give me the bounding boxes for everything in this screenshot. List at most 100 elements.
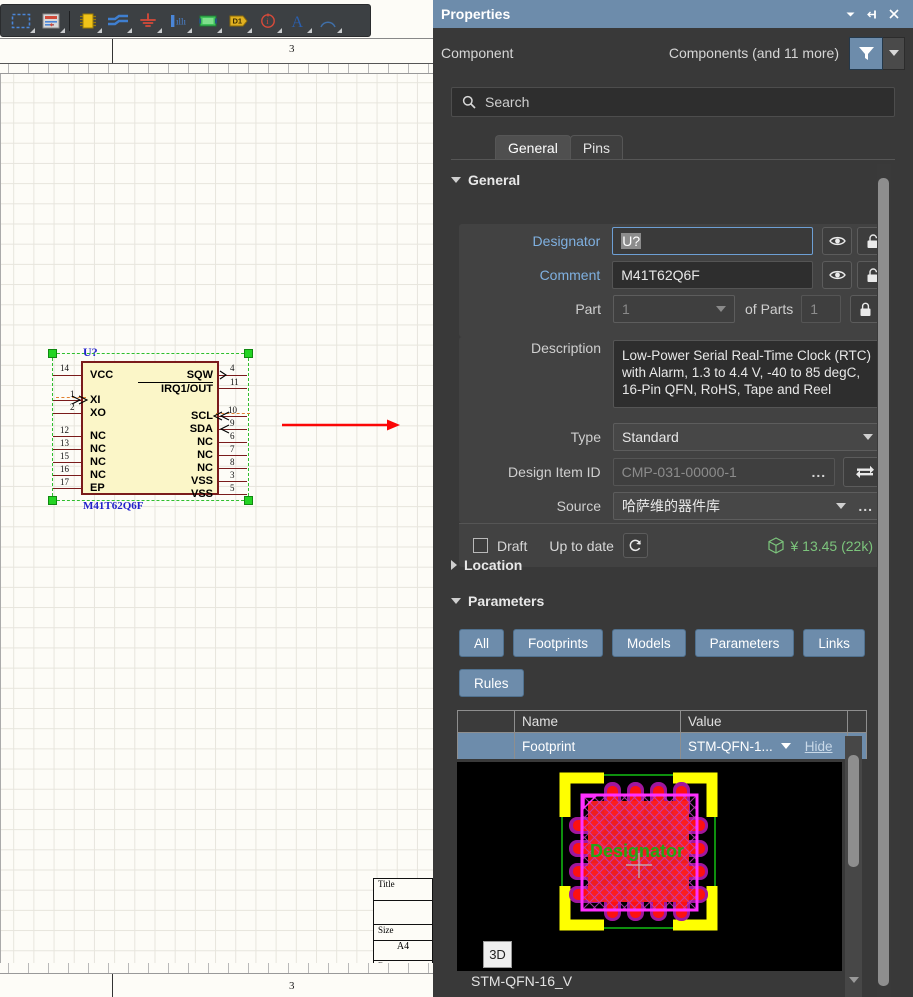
ruler-bottom-subticks xyxy=(0,963,433,973)
design-item-id-ellipsis-button[interactable]: ... xyxy=(811,464,826,480)
schematic-editor[interactable]: ıllı D1 i A 3 U? M41T62Q6F 14 VCC 1 XI 2… xyxy=(0,0,433,997)
description-textarea[interactable]: Low-Power Serial Real-Time Clock (RTC) w… xyxy=(613,340,882,408)
comment-visibility-toggle[interactable] xyxy=(822,261,853,289)
place-port-icon[interactable] xyxy=(193,7,223,34)
refresh-button[interactable] xyxy=(622,533,648,558)
filter-button[interactable] xyxy=(849,36,883,70)
title-block-title-label: Title xyxy=(378,879,395,889)
part-select[interactable]: 1 xyxy=(613,295,735,323)
chevron-down-icon xyxy=(451,177,461,183)
object-selector-row: Component Components (and 11 more) xyxy=(433,28,913,78)
place-wire-icon[interactable] xyxy=(103,7,133,34)
panel-title-text: Properties xyxy=(441,6,511,22)
section-general-header[interactable]: General xyxy=(451,172,520,188)
designator-value: U? xyxy=(621,233,642,249)
comment-label: Comment xyxy=(539,267,601,283)
of-parts-label: of Parts xyxy=(745,301,794,317)
source-value: 哈萨维的器件库 xyxy=(622,498,720,514)
lock-icon xyxy=(860,302,871,316)
param-filter-models[interactable]: Models xyxy=(612,629,686,657)
parameter-filter-buttons-row2: Rules xyxy=(459,669,524,697)
footprint-preview[interactable]: Designator xyxy=(457,762,842,971)
param-value-cell: STM-QFN-1... xyxy=(688,738,773,754)
place-sheet-symbol-icon[interactable] xyxy=(36,7,66,34)
source-ellipsis-button[interactable]: ... xyxy=(858,498,873,514)
field-row-source: Source 哈萨维的器件库 ... xyxy=(459,491,887,521)
field-row-type: Type Standard xyxy=(459,422,887,452)
source-select[interactable]: 哈萨维的器件库 ... xyxy=(613,492,882,520)
place-text-string-icon[interactable]: A xyxy=(283,7,313,34)
schematic-canvas[interactable]: U? M41T62Q6F 14 VCC 1 XI 2 XO 12 NC 13 N… xyxy=(0,74,433,963)
param-filter-rules[interactable]: Rules xyxy=(459,669,524,697)
designator-visibility-toggle[interactable] xyxy=(822,227,853,255)
panel-body: Component Components (and 11 more) Searc… xyxy=(433,28,913,997)
filter-dropdown-button[interactable] xyxy=(883,36,905,70)
type-select[interactable]: Standard xyxy=(613,423,882,451)
draft-checkbox[interactable] xyxy=(473,538,488,553)
section-parameters-header[interactable]: Parameters xyxy=(451,593,544,609)
part-lock-toggle[interactable] xyxy=(850,295,881,323)
place-net-label-icon[interactable]: ıllı xyxy=(163,7,193,34)
chevron-down-icon[interactable] xyxy=(780,743,791,749)
pin-direction-markers xyxy=(71,370,230,434)
param-filter-footprints[interactable]: Footprints xyxy=(513,629,604,657)
comment-input[interactable]: M41T62Q6F xyxy=(612,261,814,289)
type-label: Type xyxy=(570,429,601,445)
preview-scrollbar-thumb[interactable] xyxy=(848,755,859,867)
svg-text:Designator: Designator xyxy=(590,841,684,861)
area-select-icon[interactable] xyxy=(6,7,36,34)
svg-text:ıllı: ıllı xyxy=(176,16,187,26)
place-arc-icon[interactable] xyxy=(313,7,343,34)
param-filter-all[interactable]: All xyxy=(459,629,505,657)
param-filter-parameters[interactable]: Parameters xyxy=(694,629,795,657)
param-hide-link[interactable]: Hide xyxy=(805,739,833,754)
preview-scrollbar-down-arrow[interactable] xyxy=(849,977,859,997)
svg-text:i: i xyxy=(266,16,269,26)
of-parts-value: 1 xyxy=(810,301,819,317)
refresh-icon xyxy=(629,539,641,552)
search-placeholder: Search xyxy=(485,94,530,110)
design-item-id-label: Design Item ID xyxy=(508,464,601,480)
close-icon[interactable] xyxy=(883,3,905,25)
field-row-design-item-id: Design Item ID CMP-031-00000-1 ... xyxy=(459,456,887,488)
tab-pins[interactable]: Pins xyxy=(569,135,624,159)
section-location-header[interactable]: Location xyxy=(451,557,522,573)
designator-input[interactable]: U? xyxy=(612,227,814,255)
design-item-id-field[interactable]: CMP-031-00000-1 ... xyxy=(612,458,836,486)
place-gnd-power-port-icon[interactable] xyxy=(133,7,163,34)
th-name: Name xyxy=(522,714,559,729)
section-location-label: Location xyxy=(464,557,523,573)
package-box-icon xyxy=(767,537,784,554)
place-designator-icon[interactable]: D1 xyxy=(223,7,253,34)
chevron-right-icon xyxy=(451,560,457,570)
component-symbol[interactable]: U? M41T62Q6F 14 VCC 1 XI 2 XO 12 NC 13 N… xyxy=(48,345,253,512)
table-row[interactable]: Footprint STM-QFN-1... Hide xyxy=(457,733,867,759)
chevron-down-icon xyxy=(863,434,873,440)
sheet-title-block: Title Size A4 Date: File: xyxy=(373,878,433,963)
search-input[interactable]: Search xyxy=(451,87,895,117)
place-no-erc-icon[interactable]: i xyxy=(253,7,283,34)
field-row-comment: Comment M41T62Q6F xyxy=(459,260,887,290)
supplier-price: ¥ 13.45 (22k) xyxy=(767,537,873,554)
chevron-down-icon[interactable] xyxy=(839,3,861,25)
field-row-part: Part 1 of Parts 1 xyxy=(459,294,887,324)
panel-tabs: General Pins xyxy=(451,135,895,160)
preview-3d-toggle[interactable]: 3D xyxy=(483,941,512,968)
panel-scrollbar-thumb[interactable] xyxy=(878,178,889,986)
selection-summary[interactable]: Components (and 11 more) xyxy=(669,45,839,61)
tab-general[interactable]: General xyxy=(495,135,571,159)
pin-panel-icon[interactable] xyxy=(861,3,883,25)
param-name-cell: Footprint xyxy=(522,738,576,754)
param-filter-links[interactable]: Links xyxy=(803,629,865,657)
eye-icon xyxy=(828,236,846,246)
sheet-border xyxy=(0,74,1,963)
ruler-bottom-label: 3 xyxy=(289,980,295,992)
ruler-top-label: 3 xyxy=(289,43,295,55)
properties-panel: Properties Component Components (and 11 … xyxy=(433,0,913,997)
table-header-row: Name Value xyxy=(457,710,867,733)
th-value: Value xyxy=(688,714,722,729)
footprint-name-label: STM-QFN-16_V xyxy=(471,973,573,989)
part-value: 1 xyxy=(622,301,630,317)
preview-scrollbar-up-arrow[interactable] xyxy=(849,741,859,762)
place-part-icon[interactable] xyxy=(73,7,103,34)
